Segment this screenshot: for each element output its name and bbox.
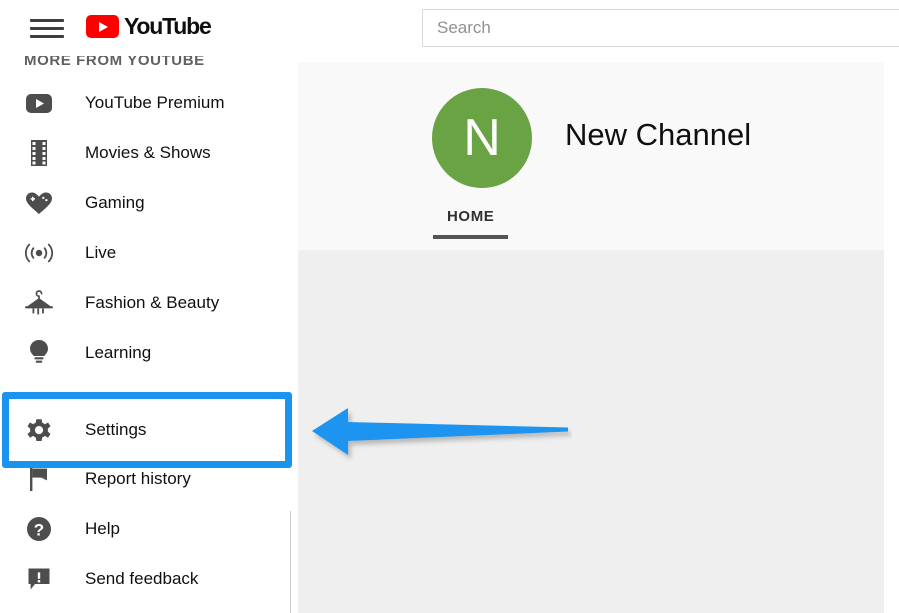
gear-icon bbox=[24, 415, 54, 445]
youtube-wordmark: YouTube bbox=[124, 13, 212, 39]
sidebar: MORE FROM YOUTUBE YouTube Premium Movies… bbox=[0, 56, 291, 613]
avatar-initial: N bbox=[463, 109, 501, 167]
sidebar-item-label: Live bbox=[85, 243, 117, 262]
sidebar-item-label: Gaming bbox=[85, 193, 145, 212]
lightbulb-icon bbox=[24, 338, 54, 368]
sidebar-item-label: Fashion & Beauty bbox=[85, 293, 220, 312]
channel-header: N New Channel HOME bbox=[298, 62, 884, 250]
page-title: New Channel bbox=[565, 117, 752, 152]
hamburger-bar bbox=[30, 26, 64, 30]
sidebar-nav-list: YouTube Premium Movies & Shows Gaming Li… bbox=[0, 78, 291, 604]
hamburger-menu-icon[interactable] bbox=[24, 12, 70, 44]
top-navigation-bar: YouTube bbox=[0, 0, 899, 56]
search-input[interactable] bbox=[422, 9, 899, 47]
question-mark-circle-icon: ? bbox=[24, 514, 54, 544]
main-content-area: N New Channel HOME bbox=[298, 62, 884, 613]
sidebar-item-gaming[interactable]: Gaming bbox=[0, 178, 291, 228]
channel-tabs: HOME bbox=[433, 208, 509, 239]
sidebar-item-youtube-premium[interactable]: YouTube Premium bbox=[0, 78, 291, 128]
sidebar-item-label: Settings bbox=[85, 420, 147, 439]
clothes-hanger-icon bbox=[24, 288, 54, 318]
hamburger-bar bbox=[30, 18, 64, 22]
sidebar-item-label: Send feedback bbox=[85, 569, 199, 588]
sidebar-item-live[interactable]: Live bbox=[0, 228, 291, 278]
film-strip-icon bbox=[24, 138, 54, 168]
sidebar-item-learning[interactable]: Learning bbox=[0, 328, 291, 378]
youtube-play-icon bbox=[86, 15, 119, 38]
avatar[interactable]: N bbox=[432, 88, 532, 188]
youtube-logo[interactable]: YouTube bbox=[86, 13, 212, 40]
tab-home[interactable]: HOME bbox=[433, 208, 509, 239]
sidebar-section-title: MORE FROM YOUTUBE bbox=[24, 56, 205, 69]
play-triangle bbox=[99, 21, 108, 32]
youtube-page: YouTube MORE FROM YOUTUBE YouTube Premiu… bbox=[0, 0, 899, 613]
sidebar-item-label: Help bbox=[85, 519, 120, 538]
search-bar bbox=[422, 9, 899, 47]
live-broadcast-icon bbox=[24, 238, 54, 268]
flag-icon bbox=[24, 464, 54, 494]
sidebar-item-movies-shows[interactable]: Movies & Shows bbox=[0, 128, 291, 178]
gamepad-heart-icon bbox=[24, 188, 54, 218]
settings-highlight-box: Settings bbox=[2, 392, 292, 468]
svg-text:?: ? bbox=[34, 520, 44, 539]
youtube-premium-icon bbox=[24, 88, 54, 118]
hamburger-bar bbox=[30, 34, 64, 38]
sidebar-scrollbar[interactable] bbox=[290, 511, 291, 613]
sidebar-item-label: Learning bbox=[85, 343, 152, 362]
sidebar-item-help[interactable]: ? Help bbox=[0, 504, 291, 554]
sidebar-item-label: Report history bbox=[85, 469, 191, 488]
sidebar-item-fashion-beauty[interactable]: Fashion & Beauty bbox=[0, 278, 291, 328]
sidebar-item-settings[interactable]: Settings bbox=[9, 399, 285, 461]
sidebar-item-label: YouTube Premium bbox=[85, 93, 225, 112]
sidebar-item-label: Movies & Shows bbox=[85, 143, 211, 162]
sidebar-item-send-feedback[interactable]: Send feedback bbox=[0, 554, 291, 604]
feedback-exclamation-icon bbox=[24, 564, 54, 594]
